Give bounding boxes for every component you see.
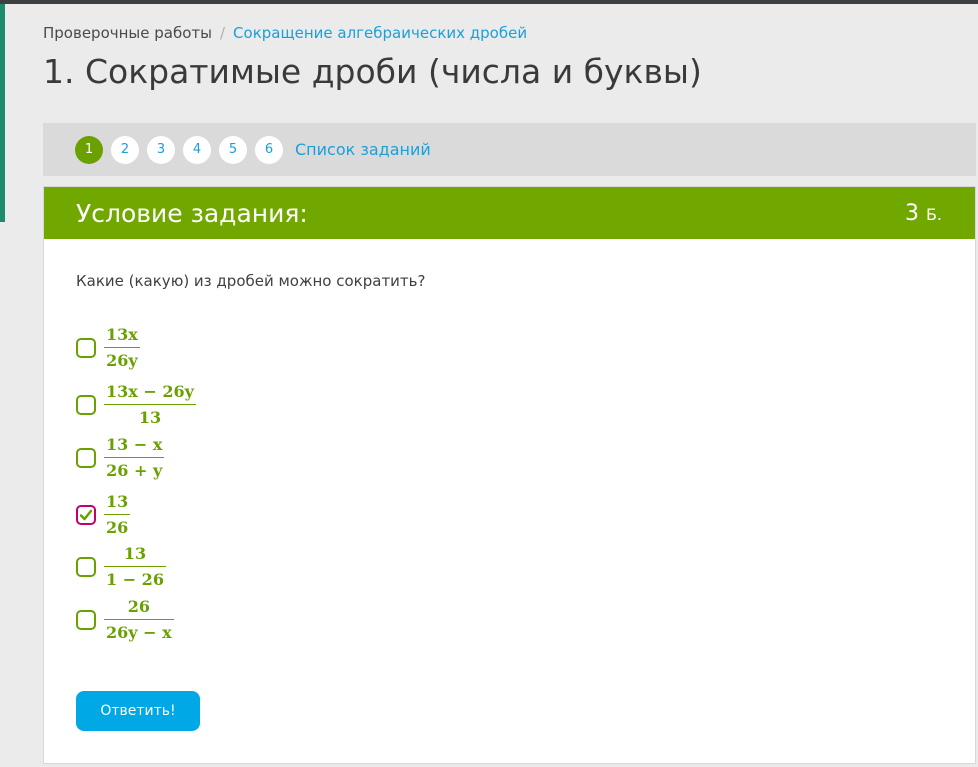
task-card-header: Условие задания: 3 Б. [44,187,975,239]
checkbox[interactable] [76,448,96,468]
fraction: 13 26 [104,492,131,538]
fraction: 13x − 26y 13 [104,382,196,428]
task-navigation: 1 2 3 4 5 6 Список заданий [43,123,976,176]
task-number-1[interactable]: 1 [75,135,103,164]
breadcrumb-separator: / [219,24,226,42]
fraction: 13 − x 26 + y [104,435,165,481]
question-text: Какие (какую) из дробей можно сократить? [76,272,426,290]
fraction-denominator: 26y − x [104,619,174,643]
fraction-numerator: 13 [123,544,147,563]
fraction-numerator: 13 [106,492,129,511]
fraction-numerator: 13x − 26y [106,382,194,401]
task-list-link[interactable]: Список заданий [295,140,431,159]
task-card: Условие задания: 3 Б. Какие (какую) из д… [43,186,976,764]
task-number-5[interactable]: 5 [219,135,247,164]
fraction-numerator: 26 [127,597,150,616]
breadcrumb: Проверочные работы / Сокращение алгебраиче… [43,24,527,42]
points-badge: 3 Б. [905,201,942,226]
page-title: 1. Сократимые дроби (числа и буквы) [43,52,702,91]
fraction-numerator: 13x [106,325,138,344]
fraction-denominator: 26y [104,347,140,371]
checkbox[interactable] [76,338,96,358]
checkbox[interactable] [76,557,96,577]
checkbox-checked[interactable] [76,505,96,525]
breadcrumb-current[interactable]: Сокращение алгебраических дробей [233,24,527,42]
left-accent-bar [0,4,5,222]
fraction: 13x 26y [104,325,140,371]
answer-option-2[interactable]: 13x − 26y 13 [76,382,196,428]
checkmark-icon [79,509,93,521]
answer-option-3[interactable]: 13 − x 26 + y [76,435,165,481]
task-number-4[interactable]: 4 [183,135,211,164]
points-unit: Б. [925,204,942,224]
answer-option-5[interactable]: 13 1 − 26 [76,544,166,590]
task-number-6[interactable]: 6 [255,135,283,164]
window-top-strip [0,0,978,4]
task-number-2[interactable]: 2 [111,135,139,164]
fraction: 13 1 − 26 [104,544,166,590]
fraction-denominator: 26 + y [104,457,165,481]
fraction-denominator: 26 [104,514,131,538]
task-condition-title: Условие задания: [76,198,308,228]
breadcrumb-parent[interactable]: Проверочные работы [43,24,212,42]
answer-option-4[interactable]: 13 26 [76,492,131,538]
fraction-denominator: 13 [104,404,196,428]
answer-option-1[interactable]: 13x 26y [76,325,140,371]
checkbox[interactable] [76,395,96,415]
fraction-denominator: 1 − 26 [104,566,166,590]
points-value: 3 [904,200,919,226]
checkbox[interactable] [76,610,96,630]
submit-answer-button[interactable]: Ответить! [76,691,200,731]
fraction: 26 26y − x [104,597,174,643]
fraction-numerator: 13 − x [106,435,163,454]
answer-option-6[interactable]: 26 26y − x [76,597,174,643]
task-number-3[interactable]: 3 [147,135,175,164]
